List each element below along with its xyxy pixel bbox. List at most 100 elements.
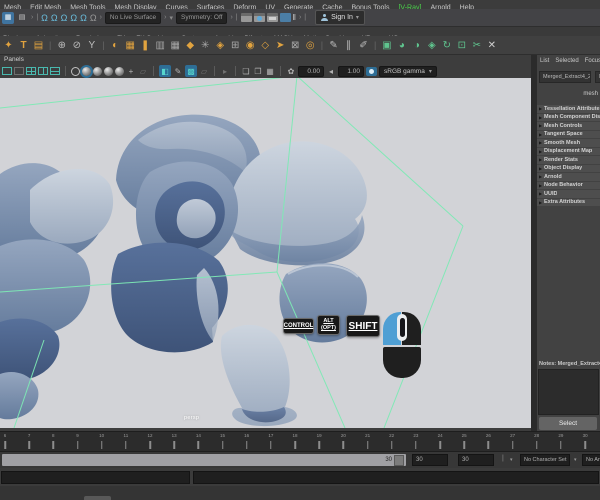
character-set-dropdown[interactable]: No Character Set	[520, 454, 570, 466]
delete-component-icon[interactable]: ✕	[485, 38, 498, 53]
snap-to-projected-center-icon[interactable]: Ω	[70, 12, 77, 24]
time-slider[interactable]: 6 7 8 9 10 11 12 13 14 15 16 17 18 19 20 21 22 23 24 25 26 27…	[0, 431, 600, 452]
ipr-render-icon[interactable]	[253, 13, 265, 22]
ae-menu-selected[interactable]: Selected	[555, 58, 578, 64]
chevron-right-icon[interactable]: ›	[230, 14, 232, 21]
view-transform-dropdown[interactable]: sRGB gamma ▾	[379, 65, 437, 77]
chevron-down-icon[interactable]: ▾	[510, 457, 513, 463]
multi-cut-icon[interactable]: ✂	[470, 38, 483, 53]
ae-section-smooth-mesh[interactable]: ▶ Smooth Mesh	[537, 139, 600, 147]
bookmark-add-icon[interactable]: ❐	[253, 67, 263, 76]
menu-item[interactable]: Deform	[233, 2, 256, 10]
measure-tool-icon[interactable]: ∥	[342, 38, 355, 53]
ae-menu-focus[interactable]: Focus	[585, 58, 600, 64]
shaded-mode-icon[interactable]	[82, 66, 91, 76]
render-current-frame-icon[interactable]	[240, 13, 252, 22]
anim-layer-dropdown[interactable]: No An	[582, 454, 600, 466]
mash-frame-icon[interactable]: ⊠	[289, 38, 302, 53]
type-tool-icon[interactable]: T	[17, 38, 30, 53]
ae-section-render-stats[interactable]: ▶ Render Stats	[537, 156, 600, 164]
ae-select-button[interactable]: Select	[539, 417, 597, 430]
render-sequence-icon[interactable]	[266, 13, 278, 22]
svg-tool-icon[interactable]: ▤	[32, 38, 45, 53]
group-collapse-icon[interactable]: ›	[164, 14, 166, 21]
ae-menu-list[interactable]: List	[540, 58, 549, 64]
mash-orient-icon[interactable]: ◉	[244, 38, 257, 53]
skeleton-icon[interactable]: Y	[85, 38, 98, 53]
menu-item[interactable]: Help	[460, 2, 474, 10]
xray-mode-icon[interactable]: ▱	[138, 67, 148, 76]
ae-section-uuid[interactable]: ▶ UUID	[537, 190, 600, 198]
playback-end-field[interactable]: 30	[412, 454, 448, 466]
isolate-select-icon[interactable]: ◧	[159, 65, 171, 77]
snap-to-grid-icon[interactable]: Ω	[41, 12, 48, 24]
boolean-intersection-icon[interactable]: ◑	[410, 38, 423, 53]
menu-item[interactable]: Edit Mesh	[30, 2, 61, 10]
texture-view-icon[interactable]: ▩	[185, 65, 197, 77]
exposure-field[interactable]: 0.00	[298, 65, 324, 77]
animation-end-field[interactable]: 30	[458, 454, 494, 466]
mash-scatter-icon[interactable]: ✳	[199, 38, 212, 53]
group-collapse-icon[interactable]: ›	[31, 14, 33, 21]
live-surface-field[interactable]: No Live Surface	[104, 11, 162, 24]
chevron-right-icon[interactable]: ›	[100, 14, 102, 21]
menu-item[interactable]: Surfaces	[197, 2, 225, 10]
mash-world-icon[interactable]: ◎	[304, 38, 317, 53]
ae-section-mesh-component-display[interactable]: ▶Mesh Component Display	[537, 113, 600, 121]
panels-menu[interactable]: Panels	[0, 55, 531, 64]
ae-section-displacement-map[interactable]: ▶ Displacement Map	[537, 147, 600, 155]
command-line-input[interactable]	[1, 471, 190, 484]
camera-select-icon[interactable]: ▸	[220, 67, 230, 76]
paint-mode-icon[interactable]: ✎	[173, 67, 183, 76]
retopologize-icon[interactable]: ↻	[440, 38, 453, 53]
mash-hex-icon[interactable]: ◈	[214, 38, 227, 53]
default-light-icon[interactable]: +	[126, 67, 136, 76]
joint-tool-icon[interactable]: ⊕	[55, 38, 68, 53]
ae-section-node-behavior[interactable]: ▶ Node Behavior	[537, 181, 600, 189]
exposure-icon[interactable]: ✿	[286, 67, 296, 76]
shadows-icon[interactable]	[115, 66, 124, 76]
snap-to-curve-icon[interactable]: Ω	[51, 12, 58, 24]
menu-item[interactable]: Mesh	[4, 2, 21, 10]
menu-item[interactable]: Arnold	[430, 2, 450, 10]
sign-in-button[interactable]: Sign In ▾	[315, 10, 365, 25]
menu-item[interactable]: Curves	[166, 2, 188, 10]
curve-pencil-icon[interactable]: ✎	[327, 38, 340, 53]
ae-section-object-display[interactable]: ▶ Object Display	[537, 164, 600, 172]
mash-flow-icon[interactable]: ➤	[274, 38, 287, 53]
mash-drop-icon[interactable]: ◆	[184, 38, 197, 53]
mash-grid-icon[interactable]: ▥	[154, 38, 167, 53]
symmetry-field[interactable]: Symmetry: Off	[176, 11, 228, 24]
remesh-icon[interactable]: ◈	[425, 38, 438, 53]
mash-points-icon[interactable]: ⊞	[229, 38, 242, 53]
grease-pencil-icon[interactable]: ▱	[199, 67, 209, 76]
wireframe-mode-icon[interactable]	[71, 66, 80, 76]
menu-item[interactable]: Mesh Tools	[70, 2, 105, 10]
ae-section-extra-attributes[interactable]: ▶ Extra Attributes	[537, 198, 600, 206]
bookmark-icon[interactable]: ❏	[241, 67, 251, 76]
split-pane-layout-icon[interactable]	[38, 67, 48, 75]
use-all-lights-icon[interactable]	[104, 66, 113, 76]
pause-icon[interactable]: ‖	[293, 13, 296, 22]
render-settings-icon[interactable]	[279, 13, 291, 22]
two-pane-layout-icon[interactable]	[14, 67, 24, 75]
perspective-viewport[interactable]: CONTROL ALT (OPT) SHIFT persp	[0, 78, 531, 428]
chevron-down-icon[interactable]: ▾	[170, 14, 174, 22]
mash-distribute-icon[interactable]: ▦	[124, 38, 137, 53]
ae-section-mesh-controls[interactable]: ▶ Mesh Controls	[537, 122, 600, 130]
sketch-curve-icon[interactable]: ✐	[357, 38, 370, 53]
chevron-down-icon[interactable]: ▾	[574, 457, 577, 463]
make-live-icon[interactable]: Ω	[90, 12, 97, 24]
ae-section-tessellation-attributes[interactable]: ▶ Tessellation Attributes	[537, 105, 600, 113]
boolean-difference-icon[interactable]: ◕	[395, 38, 408, 53]
mash-transform-icon[interactable]: ◇	[259, 38, 272, 53]
select-by-object-icon[interactable]: ▦	[2, 11, 14, 24]
menu-item[interactable]: Mesh Display	[115, 2, 157, 10]
mash-dynamics-icon[interactable]: ❚	[139, 38, 152, 53]
range-slider-bar[interactable]: 30	[2, 454, 406, 466]
bottom-tab-handle[interactable]	[84, 496, 111, 500]
polystar-tool-icon[interactable]: ✦	[2, 38, 15, 53]
gamma-field[interactable]: 1.00	[338, 65, 364, 77]
menu-item[interactable]: Bonus Tools	[351, 2, 389, 10]
select-by-component-icon[interactable]: ▤	[16, 12, 28, 24]
